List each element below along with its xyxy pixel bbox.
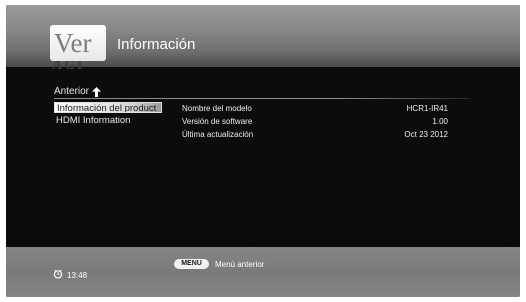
brand-logo-reflection: AGI: [52, 61, 85, 71]
tv-screen: Ver AGI Información Anterior Información…: [6, 5, 520, 297]
menu-key-badge: MENU: [174, 259, 209, 269]
info-value-software-version: 1.00: [432, 117, 448, 126]
menu-item-product-info[interactable]: Información del product: [54, 102, 162, 113]
clock-time: 13:48: [67, 270, 88, 280]
clock-display: 13:48: [53, 269, 87, 281]
header-bar: Ver AGI Información: [6, 5, 520, 71]
info-label-last-update: Última actualización: [182, 130, 254, 139]
back-label: Anterior: [54, 86, 90, 97]
brand-logo: Ver: [50, 25, 106, 61]
menu-item-hdmi-information[interactable]: HDMI Information: [54, 115, 162, 126]
info-value-last-update: Oct 23 2012: [404, 130, 448, 139]
header-divider: [54, 98, 470, 99]
info-value-model-name: HCR1-IR41: [406, 104, 448, 113]
page-title: Información: [117, 36, 196, 53]
menu-hint-label: Menú anterior: [215, 260, 265, 269]
back-button[interactable]: Anterior: [54, 86, 102, 97]
info-label-model-name: Nombre del modelo: [182, 104, 252, 113]
back-arrow-icon: [92, 86, 102, 97]
clock-icon: [53, 269, 63, 281]
info-label-software-version: Versión de software: [182, 117, 253, 126]
footer-bar: 13:48 MENU Menú anterior: [6, 247, 520, 297]
